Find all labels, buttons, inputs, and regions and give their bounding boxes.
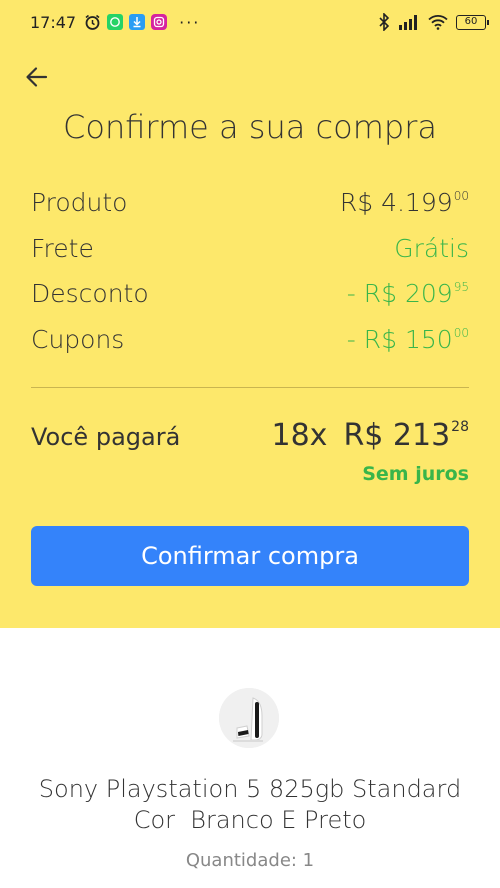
row-label: Frete [31, 233, 94, 263]
installment-amount: 18x R$ 21328 [272, 418, 470, 453]
confirm-purchase-button[interactable]: Confirmar compra [31, 526, 469, 586]
product-name-line1: Sony Playstation 5 825gb Standard [38, 775, 462, 803]
status-right: 60 [378, 13, 489, 31]
interest-free-label: Sem juros [362, 463, 469, 485]
installment-count: 18x [271, 418, 328, 453]
product-name: Sony Playstation 5 825gb Standard Cor Br… [0, 774, 500, 836]
signal-icon [398, 14, 420, 30]
cents: 95 [453, 280, 469, 294]
row-shipping: Frete Grátis [31, 234, 469, 280]
alarm-icon [84, 14, 101, 31]
wifi-icon [428, 14, 448, 30]
battery-indicator: 60 [456, 14, 489, 30]
row-value: - R$ 15000 [346, 324, 469, 354]
total-label: Você pagará [31, 423, 181, 451]
page-title: Confirme a sua compra [63, 108, 437, 146]
row-product: Produto R$ 4.19900 [31, 188, 469, 234]
cents: 00 [453, 189, 469, 203]
row-discount: Desconto - R$ 20995 [31, 279, 469, 325]
installment-value: R$ 213 [343, 418, 451, 453]
product-thumbnail [219, 688, 279, 748]
cents: 00 [453, 325, 469, 340]
row-value: Grátis [394, 233, 469, 263]
product-quantity: Quantidade: 1 [185, 850, 315, 871]
download-app-icon [129, 14, 146, 30]
status-time: 17:47 [30, 12, 77, 32]
status-left: 17:47 ··· [30, 13, 200, 32]
row-label: Desconto [31, 279, 149, 308]
status-bar: 17:47 ··· 60 [0, 0, 500, 44]
back-arrow-icon[interactable] [24, 64, 50, 90]
divider [31, 387, 469, 388]
row-label: Cupons [31, 324, 125, 354]
whatsapp-icon [107, 14, 124, 30]
row-value: R$ 4.19900 [339, 188, 469, 217]
instagram-icon [151, 14, 168, 30]
price-breakdown: Produto R$ 4.19900 Frete Grátis Desconto… [31, 188, 469, 370]
row-coupons: Cupons - R$ 15000 [31, 325, 469, 371]
bluetooth-icon [378, 13, 390, 31]
total-row: Você pagará 18x R$ 21328 [31, 418, 469, 453]
product-summary: Sony Playstation 5 825gb Standard Cor Br… [0, 628, 500, 888]
row-label: Produto [31, 188, 128, 217]
row-value: - R$ 20995 [346, 279, 469, 308]
more-notifications-icon: ··· [179, 12, 201, 32]
installment-cents: 28 [451, 419, 469, 435]
product-name-line2: Cor Branco E Preto [133, 806, 367, 834]
checkout-summary-panel: 17:47 ··· 60 Confirme a sua compra Produ… [0, 0, 500, 628]
